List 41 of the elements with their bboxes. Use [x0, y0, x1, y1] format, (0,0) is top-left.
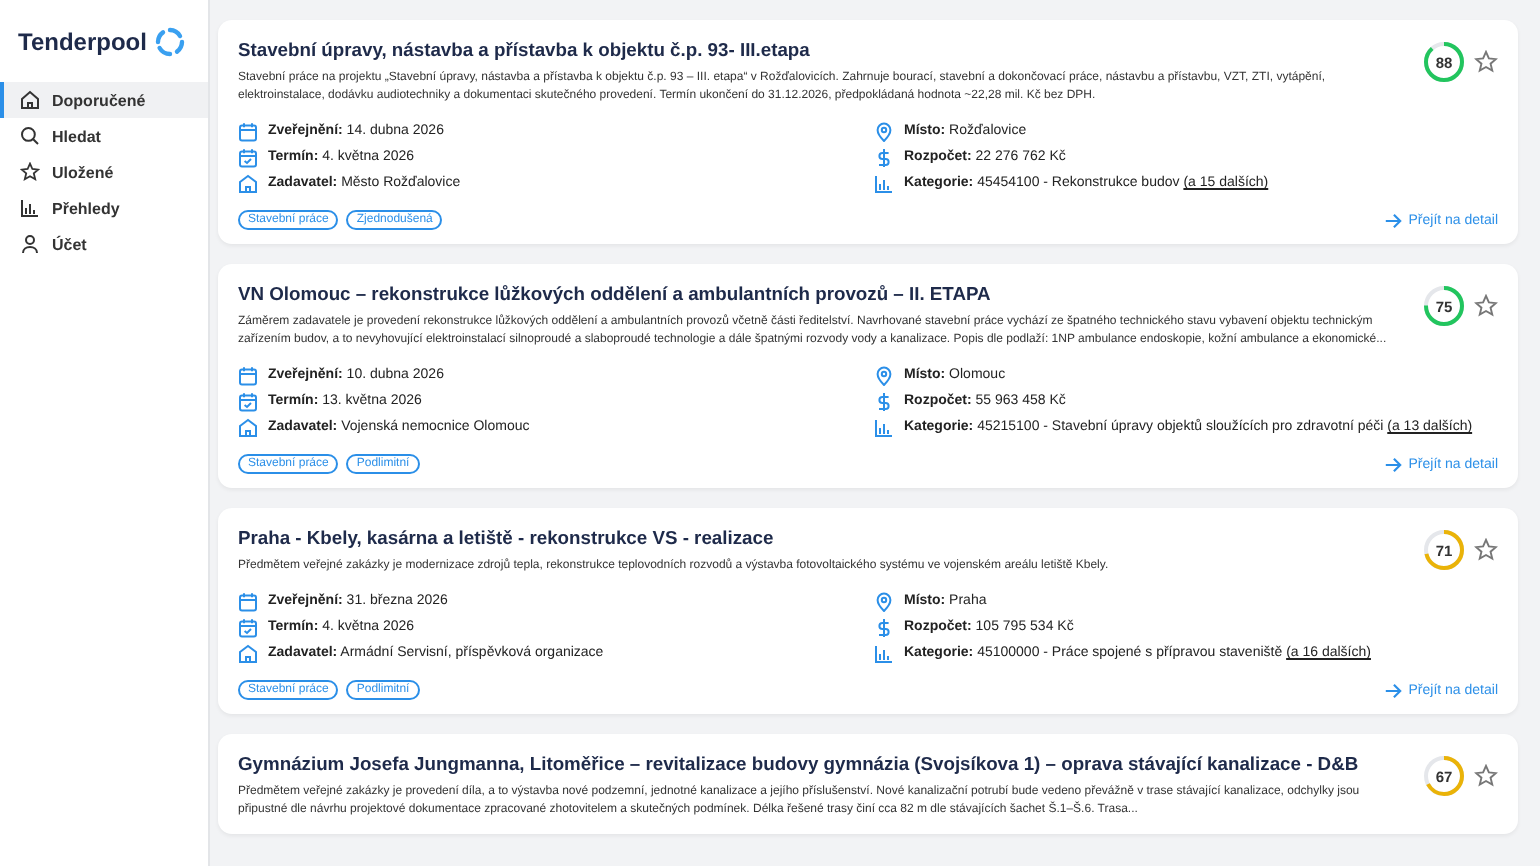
- calendar-check-icon: [238, 147, 258, 167]
- location-pin-icon: [874, 121, 894, 141]
- arrow-right-icon: [1384, 681, 1403, 699]
- dollar-icon: [874, 617, 894, 637]
- star-icon[interactable]: [1474, 764, 1498, 788]
- star-icon[interactable]: [1474, 538, 1498, 562]
- bar-chart-icon: [874, 173, 894, 193]
- arrow-right-icon: [1384, 455, 1403, 473]
- building-icon: [238, 417, 258, 437]
- building-icon: [238, 643, 258, 663]
- location-pin-icon: [874, 591, 894, 611]
- tender-title[interactable]: VN Olomouc – rekonstrukce lůžkových oddělení a ambulantních provozů – II. ETAPA: [238, 280, 1402, 308]
- location-pin-icon: [874, 365, 894, 385]
- sidebar-item[interactable]: Doporučené: [0, 82, 208, 118]
- star-icon[interactable]: [1474, 294, 1498, 318]
- sidebar-item[interactable]: Přehledy: [0, 190, 208, 226]
- logo-text: Tenderpool: [18, 28, 147, 56]
- building-icon: [238, 173, 258, 193]
- star-icon[interactable]: [1474, 50, 1498, 74]
- calendar-check-icon: [238, 391, 258, 411]
- dollar-icon: [874, 391, 894, 411]
- sidebar-item[interactable]: Hledat: [0, 118, 208, 154]
- sidebar-item[interactable]: Účet: [0, 226, 208, 262]
- search-icon: [20, 126, 40, 146]
- logo-icon: [154, 26, 187, 58]
- star-icon: [20, 162, 40, 182]
- calendar-icon: [238, 591, 258, 611]
- tender-title[interactable]: Stavební úpravy, nástavba a přístavba k objektu č.p. 93- III.etapa: [238, 36, 1402, 64]
- user-icon: [20, 234, 40, 254]
- calendar-icon: [238, 365, 258, 385]
- sidebar-item[interactable]: Uložené: [0, 154, 208, 190]
- arrow-right-icon: [1384, 211, 1403, 229]
- bar-chart-icon: [20, 198, 40, 218]
- tender-title[interactable]: Gymnázium Josefa Jungmanna, Litoměřice – revitalizace budovy gymnázia (Svojsíkova 1) – oprava stávající kanalizace - D&B: [238, 750, 1402, 778]
- dollar-icon: [874, 147, 894, 167]
- bar-chart-icon: [874, 643, 894, 663]
- calendar-icon: [238, 121, 258, 141]
- home-icon: [20, 90, 40, 110]
- calendar-check-icon: [238, 617, 258, 637]
- tender-title[interactable]: Praha - Kbely, kasárna a letiště - rekonstrukce VS - realizace: [238, 524, 1402, 552]
- bar-chart-icon: [874, 417, 894, 437]
